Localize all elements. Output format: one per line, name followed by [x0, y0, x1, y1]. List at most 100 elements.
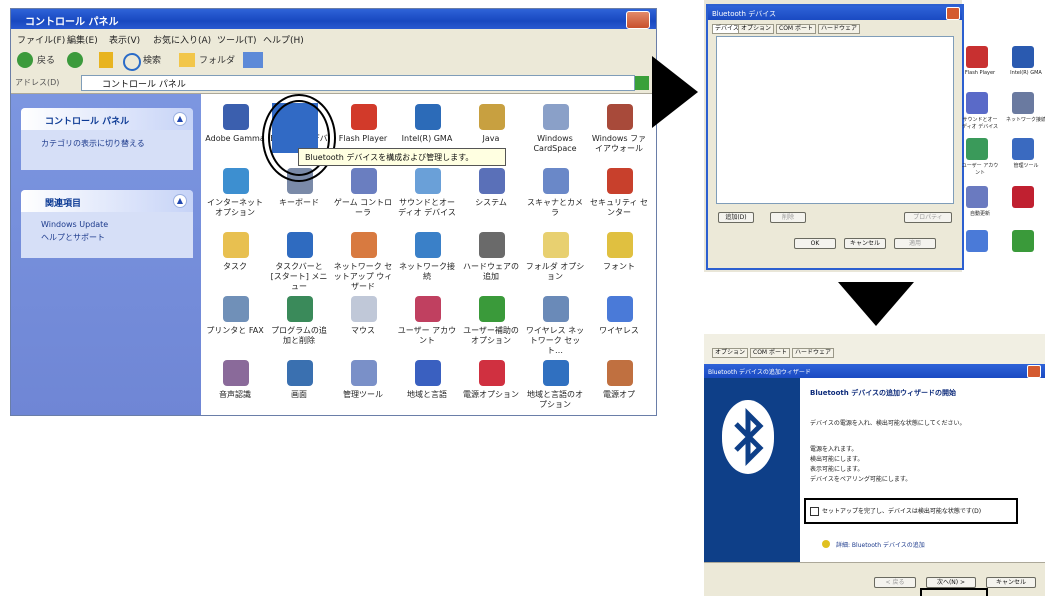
control-panel-item-icon [607, 360, 633, 386]
forward-arrow-icon[interactable] [67, 52, 83, 68]
control-panel-item-label: ネットワーク セットアップ ウィザード [333, 262, 393, 291]
menu-help[interactable]: ヘルプ(H) [263, 33, 304, 46]
cancel-button[interactable]: キャンセル [844, 238, 886, 249]
control-panel-item-icon [287, 232, 313, 258]
menu-edit[interactable]: 編集(E) [67, 33, 98, 46]
tab-com-ports[interactable]: COM ポート [776, 24, 816, 34]
back-label[interactable]: 戻る [37, 53, 55, 66]
tab-com-ports[interactable]: COM ポート [750, 348, 790, 358]
control-panel-item[interactable]: ネットワーク接続 [397, 230, 457, 302]
control-panel-item[interactable]: インターネット オプション [205, 166, 265, 238]
ok-button[interactable]: OK [794, 238, 836, 249]
control-panel-item-label: ワイヤレス [599, 326, 639, 335]
close-icon[interactable] [946, 7, 960, 20]
tab-hardware[interactable]: ハードウェア [792, 348, 835, 358]
control-panel-item[interactable]: Adobe Gamma [205, 102, 265, 174]
control-panel-item-label: フォント [603, 262, 635, 271]
folders-icon[interactable] [179, 53, 195, 67]
tab-options[interactable]: オプション [738, 24, 775, 34]
control-panel-item[interactable]: マウス [333, 294, 393, 366]
dialog-titlebar[interactable]: Bluetooth デバイス [708, 6, 962, 20]
control-panel-item-label: マウス [351, 326, 375, 335]
control-panel-item-icon [607, 104, 633, 130]
control-panel-item-icon [479, 232, 505, 258]
chevron-up-icon[interactable]: ▲ [173, 112, 187, 126]
control-panel-item[interactable]: 電源オプション [461, 358, 521, 415]
tooltip: Bluetooth デバイスを構成および管理します。 [298, 148, 506, 166]
back-button[interactable]: < 戻る [874, 577, 916, 588]
views-icon[interactable] [243, 52, 263, 68]
control-panel-item[interactable]: フォルダ オプション [525, 230, 585, 302]
control-panel-item[interactable]: ワイヤレス [589, 294, 649, 366]
cancel-button[interactable]: キャンセル [986, 577, 1036, 588]
sidebar-panel-related: 関連項目 ▲ Windows Update ヘルプとサポート [21, 190, 193, 258]
menu-favorites[interactable]: お気に入り(A) [153, 33, 211, 46]
control-panel-item[interactable]: プリンタと FAX [205, 294, 265, 366]
control-panel-item[interactable]: ワイヤレス ネットワーク セット… [525, 294, 585, 366]
control-panel-item[interactable]: スキャナとカメラ [525, 166, 585, 238]
control-panel-item[interactable]: ハードウェアの追加 [461, 230, 521, 302]
control-panel-item[interactable]: タスク [205, 230, 265, 302]
menu-tools[interactable]: ツール(T) [217, 33, 257, 46]
add-device-button[interactable]: 追加(D) [718, 212, 754, 223]
control-panel-item-label: プログラムの追加と削除 [271, 326, 327, 345]
control-panel-item-label: Windows ファイアウォール [591, 134, 647, 153]
control-panel-item[interactable]: Windows CardSpace [525, 102, 585, 174]
control-panel-item[interactable]: タスクバーと [スタート] メニュー [269, 230, 329, 302]
switch-category-view-link[interactable]: カテゴリの表示に切り替える [41, 138, 145, 149]
control-panel-item[interactable]: Windows ファイアウォール [589, 102, 649, 174]
control-panel-item[interactable]: ゲーム コントローラ [333, 166, 393, 238]
up-folder-icon[interactable] [99, 52, 113, 68]
control-panel-titlebar[interactable]: コントロール パネル [11, 9, 656, 29]
address-input[interactable]: コントロール パネル [81, 75, 635, 91]
menu-view[interactable]: 表示(V) [109, 33, 140, 46]
ready-checkbox[interactable] [810, 507, 819, 516]
panel-header[interactable]: コントロール パネル ▲ [21, 108, 193, 130]
ready-checkbox-row[interactable]: セットアップを完了し、デバイスは検出可能な状態です(D) [804, 498, 1018, 524]
control-panel-item[interactable]: 管理ツール [333, 358, 393, 415]
background-item-label: Flash Player [964, 70, 996, 76]
control-panel-item[interactable]: 音声認識 [205, 358, 265, 415]
control-panel-item[interactable]: 電源オプ [589, 358, 649, 415]
add-device-wizard-screenshot: オプション COM ポート ハードウェア Bluetooth デバイスの追加ウィ… [704, 334, 1045, 596]
control-panel-item[interactable]: システム [461, 166, 521, 238]
control-panel-item[interactable]: 地域と言語のオプション [525, 358, 585, 415]
back-arrow-icon[interactable] [17, 52, 33, 68]
control-panel-item[interactable]: フォント [589, 230, 649, 302]
control-panel-item[interactable]: ユーザー アカウント [397, 294, 457, 366]
chevron-up-icon[interactable]: ▲ [173, 194, 187, 208]
control-panel-item-label: Intel(R) GMA [401, 134, 453, 143]
folders-label[interactable]: フォルダ [199, 53, 235, 66]
control-panel-item[interactable]: プログラムの追加と削除 [269, 294, 329, 366]
close-icon[interactable] [626, 11, 650, 29]
background-item-icon [1012, 186, 1034, 208]
panel-header[interactable]: 関連項目 ▲ [21, 190, 193, 212]
control-panel-item[interactable]: 画面 [269, 358, 329, 415]
wizard-titlebar[interactable]: Bluetooth デバイスの追加ウィザード [704, 364, 1045, 378]
properties-button[interactable]: プロパティ [904, 212, 952, 223]
windows-update-link[interactable]: Windows Update [41, 220, 108, 229]
control-panel-item[interactable]: ユーザー補助のオプション [461, 294, 521, 366]
remove-device-button[interactable]: 削除 [770, 212, 806, 223]
control-panel-item[interactable]: サウンドとオーディオ デバイス [397, 166, 457, 238]
device-list[interactable] [716, 36, 954, 204]
close-icon[interactable] [1027, 365, 1041, 378]
apply-button[interactable]: 適用 [894, 238, 936, 249]
control-panel-item[interactable]: セキュリティ センター [589, 166, 649, 238]
search-label[interactable]: 検索 [143, 53, 161, 66]
help-support-link[interactable]: ヘルプとサポート [41, 232, 105, 243]
menu-file[interactable]: ファイル(F) [17, 33, 65, 46]
control-panel-item[interactable]: 地域と言語 [397, 358, 457, 415]
address-label: アドレス(D) [15, 78, 60, 87]
tab-hardware[interactable]: ハードウェア [818, 24, 861, 34]
next-button[interactable]: 次へ(N) > [926, 577, 976, 588]
control-panel-item-label: 地域と言語のオプション [527, 390, 583, 409]
background-item-label: サウンドとオーディオ デバイス [961, 117, 999, 130]
tab-options[interactable]: オプション [712, 348, 749, 358]
search-icon[interactable] [123, 53, 141, 71]
control-panel-item-icon [479, 296, 505, 322]
go-arrow-icon[interactable] [635, 76, 649, 90]
background-item-icon [966, 186, 988, 208]
help-link[interactable]: 詳細: Bluetooth デバイスの追加 [836, 540, 925, 549]
control-panel-item[interactable]: ネットワーク セットアップ ウィザード [333, 230, 393, 302]
